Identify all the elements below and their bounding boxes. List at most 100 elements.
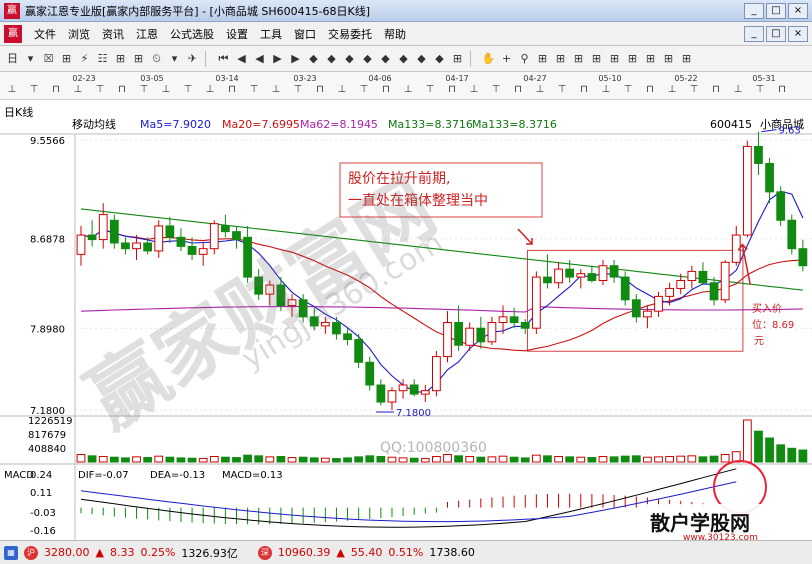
date-strip-tool-icon[interactable]: ⊤ — [294, 84, 303, 95]
date-strip-tool-icon[interactable]: ⊥ — [734, 84, 743, 95]
toolbar-button-icon[interactable]: ⊞ — [588, 50, 605, 68]
toolbar-button-icon[interactable]: ◆ — [377, 50, 394, 68]
date-strip-tool-icon[interactable]: ⊤ — [250, 84, 259, 95]
toolbar-button-icon[interactable]: ✈ — [184, 50, 201, 68]
volume-bar — [287, 457, 297, 463]
toolbar-button-icon[interactable]: ▶ — [287, 50, 304, 68]
date-strip-tool-icon[interactable]: ⊥ — [206, 84, 215, 95]
date-strip-tool-icon[interactable]: ⊓ — [52, 84, 60, 95]
date-strip-tool-icon[interactable]: ⊤ — [492, 84, 501, 95]
date-strip-tool-icon[interactable]: ⊥ — [536, 84, 545, 95]
volume-bar — [776, 444, 786, 463]
date-strip-tool-icon[interactable]: ⊥ — [338, 84, 347, 95]
toolbar-button-icon[interactable]: ◀ — [251, 50, 268, 68]
date-strip-tool-icon[interactable]: ⊓ — [228, 84, 236, 95]
date-strip-tool-icon[interactable]: ⊓ — [118, 84, 126, 95]
toolbar-button-icon[interactable]: ⊞ — [449, 50, 466, 68]
minimize-button[interactable]: _ — [744, 2, 764, 19]
toolbar-button-icon[interactable]: ✋ — [480, 50, 497, 68]
toolbar-button-icon[interactable]: ⊞ — [624, 50, 641, 68]
toolbar-button-icon[interactable]: ⊞ — [642, 50, 659, 68]
toolbar-button-icon[interactable]: ◆ — [431, 50, 448, 68]
date-strip-tool-icon[interactable]: ⊤ — [558, 84, 567, 95]
toolbar-button-icon[interactable]: ⚡ — [76, 50, 93, 68]
toolbar-button-icon[interactable]: ◀ — [233, 50, 250, 68]
toolbar-button-icon[interactable]: 日 — [4, 50, 21, 68]
toolbar-button-icon[interactable]: ▾ — [22, 50, 39, 68]
date-strip-tool-icon[interactable]: ⊥ — [602, 84, 611, 95]
menu-browse[interactable]: 浏览 — [62, 26, 96, 42]
mdi-close-button[interactable]: × — [788, 25, 808, 42]
volume-bar — [754, 430, 763, 463]
low-marker-label: 7.1800 — [396, 408, 431, 419]
toolbar-button-icon[interactable]: ◆ — [341, 50, 358, 68]
date-strip-tool-icon[interactable]: ⊓ — [448, 84, 456, 95]
toolbar-button-icon[interactable]: ◆ — [359, 50, 376, 68]
date-strip-tool-icon[interactable]: ⊤ — [360, 84, 369, 95]
toolbar-button-icon[interactable]: ▶ — [269, 50, 286, 68]
date-strip-tool-icon[interactable]: ⊥ — [162, 84, 171, 95]
menu-settings[interactable]: 设置 — [220, 26, 254, 42]
toolbar-button-icon[interactable]: ⏲ — [148, 50, 165, 68]
toolbar-button-icon[interactable]: ⊞ — [112, 50, 129, 68]
date-strip-tool-icon[interactable]: ⊓ — [778, 84, 786, 95]
menu-tools[interactable]: 工具 — [254, 26, 288, 42]
candle-body — [520, 322, 530, 329]
toolbar-button-icon[interactable]: ◆ — [305, 50, 322, 68]
toolbar-button-icon[interactable]: ⊞ — [130, 50, 147, 68]
date-strip-tool-icon[interactable]: ⊓ — [514, 84, 522, 95]
date-strip-tool-icon[interactable]: ⊤ — [30, 84, 39, 95]
toolbar-button-icon[interactable]: ⊞ — [58, 50, 75, 68]
date-strip-tool-icon[interactable]: ⊤ — [140, 84, 149, 95]
menu-window[interactable]: 窗口 — [288, 26, 322, 42]
toolbar-button-icon[interactable]: ⊞ — [552, 50, 569, 68]
date-strip-tool-icon[interactable]: ⊥ — [74, 84, 83, 95]
toolbar-button-icon[interactable]: ⏮ — [215, 50, 232, 68]
maximize-button[interactable]: □ — [766, 2, 786, 19]
date-strip-tool-icon[interactable]: ⊤ — [426, 84, 435, 95]
toolbar-button-icon[interactable]: ⊞ — [660, 50, 677, 68]
date-strip-tool-icon[interactable]: ⊓ — [580, 84, 588, 95]
date-strip-tool-icon[interactable]: ⊥ — [272, 84, 281, 95]
toolbar-button-icon[interactable]: ◆ — [413, 50, 430, 68]
date-strip-tool-icon[interactable]: ⊓ — [382, 84, 390, 95]
date-strip-tool-icon[interactable]: ⊤ — [184, 84, 193, 95]
toolbar-button-icon[interactable]: ◆ — [323, 50, 340, 68]
toolbar-button-icon[interactable]: ⊞ — [678, 50, 695, 68]
menu-info[interactable]: 资讯 — [96, 26, 130, 42]
date-strip-tool-icon[interactable]: ⊓ — [712, 84, 720, 95]
date-strip-tool-icon[interactable]: ⊤ — [690, 84, 699, 95]
date-strip-tool-icon[interactable]: ⊤ — [624, 84, 633, 95]
date-strip-tool-icon[interactable]: ⊓ — [646, 84, 654, 95]
menu-trade[interactable]: 交易委托 — [322, 26, 378, 42]
toolbar-button-icon[interactable]: ◆ — [395, 50, 412, 68]
menu-gann[interactable]: 江恩 — [130, 26, 164, 42]
toolbar-button-icon[interactable]: ▾ — [166, 50, 183, 68]
app-menu-icon[interactable]: 赢 — [4, 24, 22, 43]
date-strip-tool-icon[interactable]: ⊥ — [668, 84, 677, 95]
toolbar-button-icon[interactable]: ⊞ — [534, 50, 551, 68]
date-strip-tool-icon[interactable]: ⊥ — [404, 84, 413, 95]
toolbar-button-icon[interactable]: ☷ — [94, 50, 111, 68]
toolbar-button-icon[interactable]: ☒ — [40, 50, 57, 68]
toolbar-button-icon[interactable]: ⊞ — [606, 50, 623, 68]
mdi-restore-button[interactable]: □ — [766, 25, 786, 42]
mdi-minimize-button[interactable]: _ — [744, 25, 764, 42]
date-strip-tool-icon[interactable]: ⊥ — [8, 84, 17, 95]
menu-file[interactable]: 文件 — [28, 26, 62, 42]
menu-help[interactable]: 帮助 — [378, 26, 412, 42]
close-button[interactable]: × — [788, 2, 808, 19]
kline-chart[interactable]: 日K线移动均线 Ma5=7.9020 Ma20=7.6995 Ma62=8.1945 M… — [0, 100, 812, 540]
toolbar-separator — [205, 50, 211, 67]
toolbar-button-icon[interactable]: ⚲ — [516, 50, 533, 68]
market-grid-icon[interactable]: ▦ — [4, 545, 18, 560]
date-strip-tool-icon[interactable]: ⊥ — [470, 84, 479, 95]
toolbar-button-icon[interactable]: ⊞ — [570, 50, 587, 68]
date-strip-tool-icon[interactable]: ⊓ — [316, 84, 324, 95]
date-strip-tool-icon[interactable]: ⊤ — [96, 84, 105, 95]
chart-area[interactable]: 日K线 移动均线 Ma5=7.9020 Ma20=7.6995 Ma62=8.1945 M… — [0, 100, 812, 540]
price-axis-label: 7.8980 — [30, 324, 65, 335]
toolbar-button-icon[interactable]: + — [498, 50, 515, 68]
menu-formula[interactable]: 公式选股 — [164, 26, 220, 42]
date-strip-tool-icon[interactable]: ⊤ — [756, 84, 765, 95]
